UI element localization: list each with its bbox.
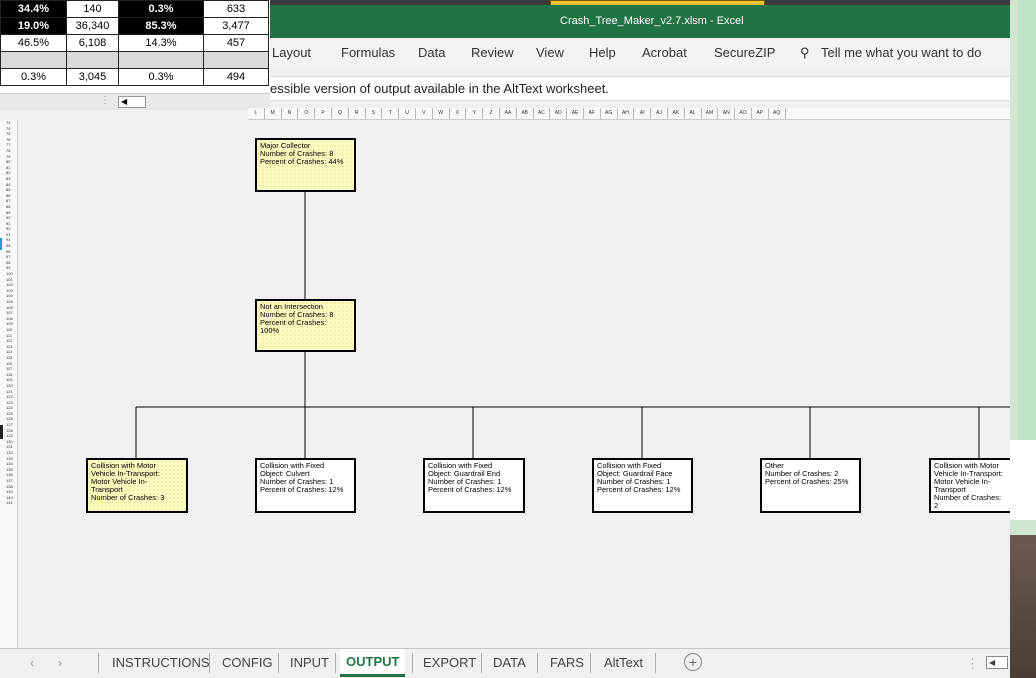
tree-leaf-1[interactable]: Collision with Motor Vehicle In-Transpor… xyxy=(86,458,188,513)
tree-leaf-3[interactable]: Collision with Fixed Object: Guardrail E… xyxy=(423,458,525,513)
tree-leaf-6[interactable]: Collision with Motor Vehicle In-Transpor… xyxy=(929,458,1010,513)
tab-config[interactable]: CONFIG xyxy=(222,655,273,670)
tree-node-root[interactable]: Major Collector Number of Crashes: 8 Per… xyxy=(255,138,356,192)
tab-input[interactable]: INPUT xyxy=(290,655,329,670)
node-line: Percent of Crashes: 44% xyxy=(260,157,344,166)
node-line: Percent of Crashes: 25% xyxy=(765,477,849,486)
tree-leaf-5[interactable]: Other Number of Crashes: 2 Percent of Cr… xyxy=(760,458,861,513)
tab-data[interactable]: DATA xyxy=(493,655,526,670)
tab-separator xyxy=(335,653,336,673)
tab-output[interactable]: OUTPUT xyxy=(340,649,406,677)
tab-separator xyxy=(655,653,656,673)
node-line: Number of Crashes: 3 xyxy=(91,493,165,502)
tab-alttext[interactable]: AltText xyxy=(604,655,643,670)
sheet-tab-bar: ‹ › INSTRUCTIONS CONFIG INPUT OUTPUT EXP… xyxy=(0,648,1010,678)
tab-separator xyxy=(537,653,538,673)
tab-split-handle[interactable]: ⋮ xyxy=(966,656,979,672)
node-line: Number of Crashes: 2 xyxy=(934,493,1002,510)
tab-separator xyxy=(590,653,591,673)
tab-separator xyxy=(209,653,210,673)
tab-separator xyxy=(481,653,482,673)
tab-export[interactable]: EXPORT xyxy=(423,655,476,670)
tree-leaf-4[interactable]: Collision with Fixed Object: Guardrail F… xyxy=(592,458,693,513)
tree-leaf-2[interactable]: Collision with Fixed Object: Culvert Num… xyxy=(255,458,356,513)
horizontal-scroll-left-button[interactable]: ◀ xyxy=(986,656,1008,669)
tab-separator xyxy=(98,653,99,673)
tab-instructions[interactable]: INSTRUCTIONS xyxy=(112,655,210,670)
node-line: Percent of Crashes: 12% xyxy=(428,485,512,494)
tab-separator xyxy=(412,653,413,673)
tree-node-level2[interactable]: Not an Intersection Number of Crashes: 8… xyxy=(255,299,356,352)
node-line: Percent of Crashes: 12% xyxy=(597,485,681,494)
node-line: 100% xyxy=(260,326,280,335)
add-sheet-button[interactable]: + xyxy=(684,653,702,671)
node-line: Percent of Crashes: 12% xyxy=(260,485,344,494)
prev-sheet-button[interactable]: ‹ xyxy=(30,656,34,670)
tab-separator xyxy=(278,653,279,673)
tab-fars[interactable]: FARS xyxy=(550,655,584,670)
tree-connectors xyxy=(135,192,1010,458)
next-sheet-button[interactable]: › xyxy=(58,656,62,670)
